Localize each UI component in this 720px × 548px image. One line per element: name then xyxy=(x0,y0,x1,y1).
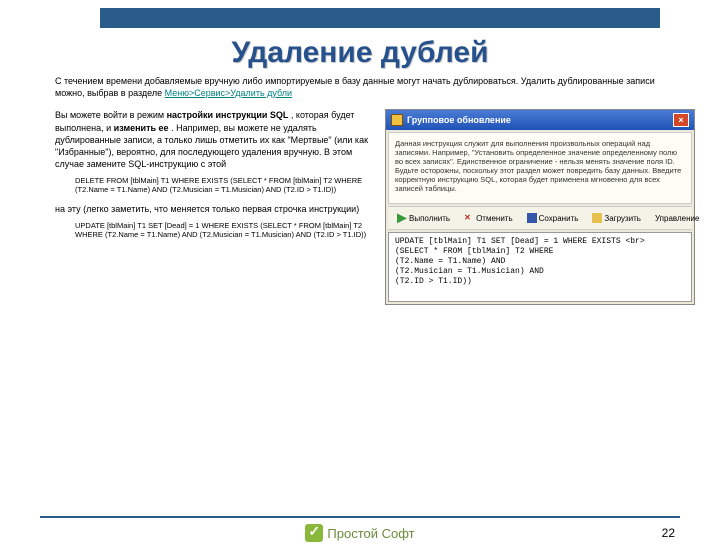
p1b: настройки инструкции SQL xyxy=(167,110,289,120)
save-button[interactable]: Сохранить xyxy=(522,210,584,226)
sql-line: UPDATE [tblMain] T1 SET [Dead] = 1 WHERE… xyxy=(395,237,685,247)
sql-snippet-2: UPDATE [tblMain] T1 SET [Dead] = 1 WHERE… xyxy=(75,221,375,240)
window-description-box: Данная инструкция служит для выполнения … xyxy=(388,132,692,204)
run-button[interactable]: Выполнить xyxy=(392,210,455,226)
sql-line: (T2.ID > T1.ID)) xyxy=(395,277,685,287)
sql-textarea[interactable]: UPDATE [tblMain] T1 SET [Dead] = 1 WHERE… xyxy=(388,232,692,302)
save-label: Сохранить xyxy=(539,214,579,223)
page-number: 22 xyxy=(662,526,675,540)
left-column: Вы можете войти в режим настройки инстру… xyxy=(55,109,375,305)
manage-button[interactable]: Управление xyxy=(650,210,704,226)
sql-snippet-1: DELETE FROM [tblMain] T1 WHERE EXISTS (S… xyxy=(75,176,375,195)
footer: Простой Софт xyxy=(0,524,720,542)
play-icon xyxy=(397,213,407,223)
app-icon xyxy=(391,114,403,126)
window-toolbar: Выполнить ✕ Отменить Сохранить Загрузить… xyxy=(388,206,692,230)
paragraph-2: на эту (легко заметить, что меняется тол… xyxy=(55,203,375,215)
cancel-icon: ✕ xyxy=(464,213,474,223)
p1a: Вы можете войти в режим xyxy=(55,110,167,120)
footer-bar xyxy=(40,516,680,518)
dialog-window: Групповое обновление × Данная инструкция… xyxy=(385,109,695,305)
cancel-button[interactable]: ✕ Отменить xyxy=(459,210,518,226)
folder-icon xyxy=(592,213,602,223)
header-bar xyxy=(100,8,660,28)
load-button[interactable]: Загрузить xyxy=(587,210,646,226)
brand-name: Простой Софт xyxy=(327,526,414,541)
run-label: Выполнить xyxy=(409,214,450,223)
cancel-label: Отменить xyxy=(476,214,513,223)
content-row: Вы можете войти в режим настройки инстру… xyxy=(55,109,695,305)
close-icon[interactable]: × xyxy=(673,113,689,127)
slide-title: Удаление дублей xyxy=(0,36,720,70)
load-label: Загрузить xyxy=(604,214,641,223)
sql-line: (T2.Name = T1.Name) AND xyxy=(395,257,685,267)
checkmark-icon xyxy=(305,524,323,542)
paragraph-1: Вы можете войти в режим настройки инстру… xyxy=(55,109,375,170)
window-description: Данная инструкция служит для выполнения … xyxy=(395,139,685,193)
window-titlebar: Групповое обновление × xyxy=(386,110,694,130)
manage-label: Управление xyxy=(655,214,699,223)
window-title: Групповое обновление xyxy=(407,115,511,125)
intro-text: С течением времени добавляемые вручную л… xyxy=(55,76,660,99)
brand-logo: Простой Софт xyxy=(305,524,414,542)
menu-path: Меню>Сервис>Удалить дубли xyxy=(165,88,292,98)
p1d: изменить ее xyxy=(114,123,169,133)
disk-icon xyxy=(527,213,537,223)
intro-part1: С течением времени добавляемые вручную л… xyxy=(55,76,655,98)
sql-line: (T2.Musician = T1.Musician) AND xyxy=(395,267,685,277)
sql-line: (SELECT * FROM [tblMain] T2 WHERE xyxy=(395,247,685,257)
right-column: Групповое обновление × Данная инструкция… xyxy=(385,109,695,305)
